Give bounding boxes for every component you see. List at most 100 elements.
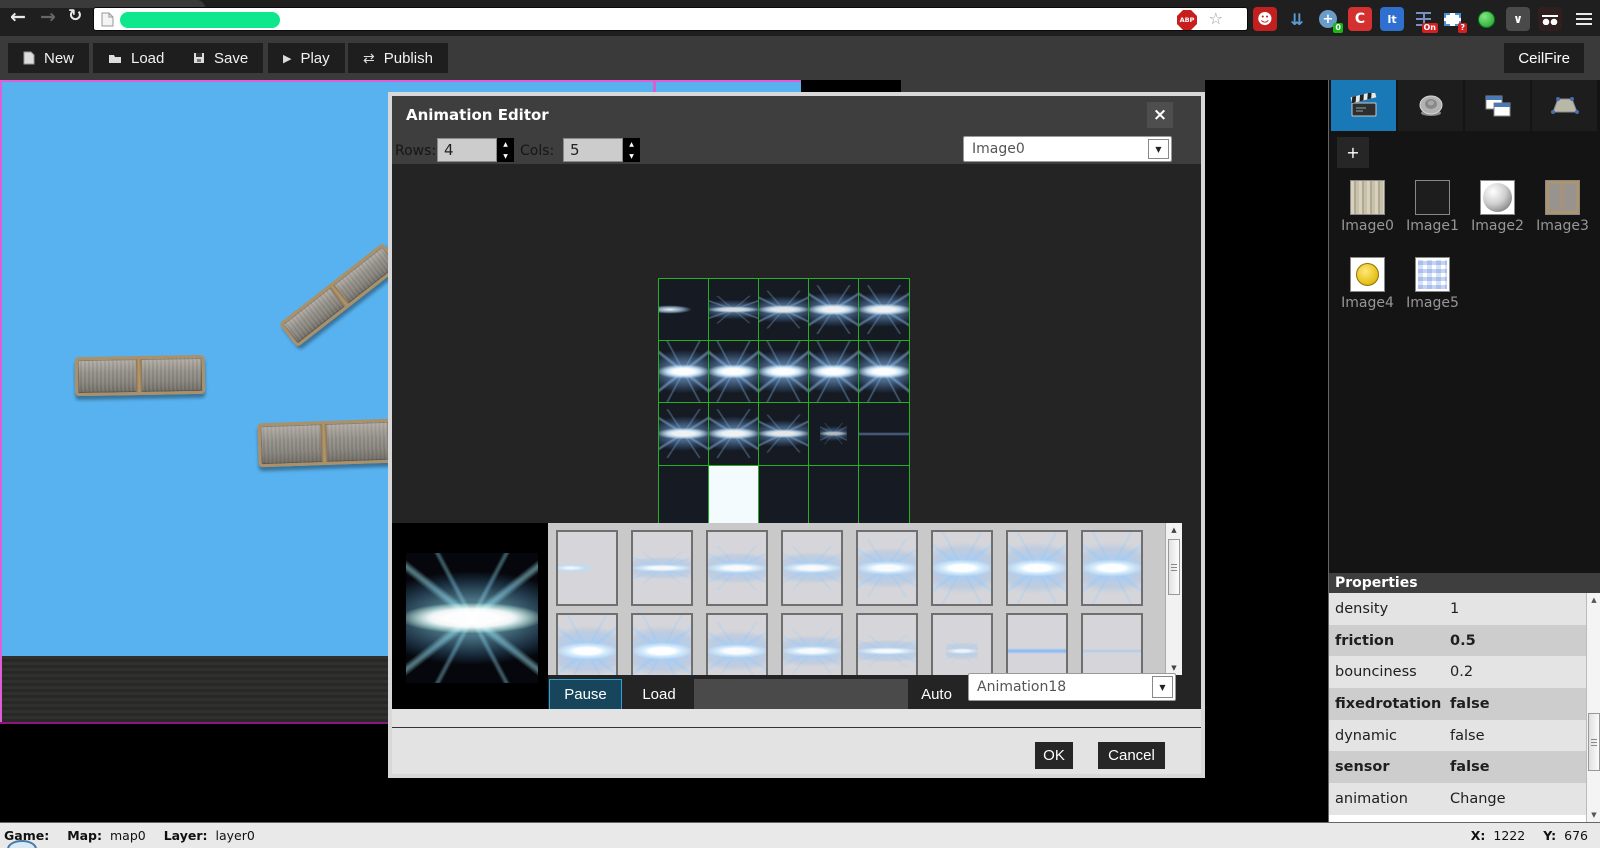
smiley-extension-icon[interactable]: ☻ (1253, 7, 1277, 31)
frame-strip-scrollbar[interactable]: ▲ ▼ (1165, 523, 1182, 675)
property-value[interactable]: 1 (1450, 601, 1459, 617)
sprite-cell[interactable] (859, 465, 909, 528)
cancel-button[interactable]: Cancel (1098, 742, 1165, 769)
frame-thumbnail[interactable] (781, 613, 843, 675)
property-row[interactable]: friction 0.5 (1329, 624, 1586, 657)
sprite-cell[interactable] (809, 279, 859, 342)
tab-shapes[interactable] (1532, 80, 1597, 131)
rows-spinner[interactable]: ▲ ▼ (497, 138, 514, 162)
property-row[interactable]: sensor false (1329, 751, 1586, 784)
sprite-cell[interactable] (659, 465, 709, 528)
property-row[interactable]: animation Change (1329, 783, 1586, 815)
scroll-down-icon[interactable]: ▼ (1587, 808, 1600, 822)
property-value[interactable]: false (1450, 696, 1490, 712)
sprite-cell[interactable] (759, 341, 809, 404)
spin-down-icon[interactable]: ▼ (623, 150, 640, 162)
sprite-cell[interactable] (659, 341, 709, 404)
image4-thumbnail[interactable] (1350, 257, 1385, 292)
image0-thumbnail[interactable] (1350, 180, 1385, 215)
screenshot-extension-icon[interactable]: ? (1440, 7, 1467, 33)
close-icon[interactable]: × (1147, 102, 1173, 128)
sprite-cell[interactable] (759, 403, 809, 466)
ok-button[interactable]: OK (1035, 742, 1073, 769)
sprite-cell[interactable] (709, 279, 759, 342)
frame-thumbnail[interactable] (631, 613, 693, 675)
properties-scrollbar[interactable]: ▲ ▼ (1586, 593, 1600, 822)
new-button[interactable]: New (8, 43, 90, 73)
property-row[interactable]: dynamic false (1329, 719, 1586, 752)
address-bar[interactable]: ABP ☆ (93, 7, 1248, 31)
scrollbar-thumb[interactable] (1168, 539, 1180, 595)
bookmark-star-icon[interactable]: ☆ (1209, 9, 1223, 28)
plank-object-left[interactable] (74, 354, 206, 397)
image-item[interactable]: Image0 (1335, 180, 1400, 234)
frame-thumbnail[interactable] (1081, 530, 1143, 606)
tab-sounds[interactable] (1398, 80, 1463, 131)
frame-thumbnail[interactable] (556, 530, 618, 606)
sprite-cell[interactable] (759, 279, 809, 342)
pause-button[interactable]: Pause (549, 679, 622, 710)
load-button[interactable]: Load (93, 43, 180, 73)
sprite-cell[interactable] (709, 341, 759, 404)
auto-button[interactable]: Auto (908, 679, 965, 710)
image-item[interactable]: Image3 (1530, 180, 1595, 234)
forward-icon[interactable]: → (40, 6, 56, 28)
sprite-cell[interactable] (659, 403, 709, 466)
frame-thumbnail[interactable] (706, 530, 768, 606)
image-item[interactable]: Image2 (1465, 180, 1530, 234)
sprite-cell[interactable] (859, 341, 909, 404)
cols-input[interactable]: 5 (563, 138, 623, 162)
browser-menu-icon[interactable] (1572, 7, 1596, 31)
save-button[interactable]: Save (178, 43, 264, 73)
image-item[interactable]: Image4 (1335, 257, 1400, 311)
cols-spinner[interactable]: ▲ ▼ (623, 138, 640, 162)
colorzilla-extension-icon[interactable]: C (1348, 7, 1372, 31)
chevron-down-icon[interactable]: ▼ (1152, 676, 1173, 698)
sprite-cell[interactable] (859, 279, 909, 342)
image-select[interactable]: Image0 ▼ (963, 136, 1172, 162)
animation-select[interactable]: Animation18 ▼ (968, 673, 1176, 701)
downloads-extension-icon[interactable]: ⇊ (1285, 7, 1309, 31)
it-extension-icon[interactable]: It (1380, 7, 1404, 31)
add-image-button[interactable]: + (1337, 137, 1369, 168)
frame-thumbnail[interactable] (631, 530, 693, 606)
sprite-cell[interactable] (809, 465, 859, 528)
frame-thumbnail[interactable] (856, 613, 918, 675)
chevron-down-icon[interactable]: ▼ (1148, 139, 1169, 159)
sprite-cell[interactable] (759, 465, 809, 528)
plank-object-lower[interactable] (257, 418, 393, 468)
frame-thumbnail[interactable] (856, 530, 918, 606)
image-item[interactable]: Image5 (1400, 257, 1465, 311)
scroll-up-icon[interactable]: ▲ (1587, 593, 1600, 607)
image1-thumbnail[interactable] (1415, 180, 1450, 215)
kanji-extension-icon[interactable]: On (1411, 7, 1438, 33)
sprite-cell[interactable] (809, 403, 859, 466)
tab-layers[interactable] (1465, 80, 1530, 131)
property-value[interactable]: false (1450, 728, 1485, 744)
property-row[interactable]: density 1 (1329, 593, 1586, 625)
scroll-up-icon[interactable]: ▲ (1166, 523, 1182, 537)
frame-thumbnail[interactable] (706, 613, 768, 675)
property-value[interactable]: 0.2 (1450, 664, 1473, 680)
incognito-extension-icon[interactable] (1538, 7, 1562, 31)
play-button[interactable]: ▶ Play (268, 43, 345, 73)
property-value[interactable]: false (1450, 759, 1490, 775)
image2-thumbnail[interactable] (1480, 180, 1515, 215)
dialog-header[interactable]: Animation Editor × Rows: 4 ▲ ▼ Cols: 5 ▲… (392, 96, 1201, 164)
frame-thumbnail[interactable] (1081, 613, 1143, 675)
spin-down-icon[interactable]: ▼ (497, 150, 514, 162)
reload-icon[interactable]: ↻ (68, 6, 82, 26)
rows-input[interactable]: 4 (437, 138, 497, 162)
sprite-cell-selected[interactable] (709, 465, 759, 528)
property-value[interactable]: 0.5 (1450, 633, 1476, 649)
green-creature-extension-icon[interactable] (1474, 7, 1498, 31)
frame-thumbnail[interactable] (556, 613, 618, 675)
sprite-cell[interactable] (659, 279, 709, 342)
spin-up-icon[interactable]: ▲ (497, 138, 514, 150)
circle-plus-extension-icon[interactable]: + 0 (1316, 7, 1343, 33)
frame-thumbnail[interactable] (931, 613, 993, 675)
image3-thumbnail[interactable] (1545, 180, 1580, 215)
property-value[interactable]: Change (1450, 791, 1506, 807)
sprite-cell[interactable] (709, 403, 759, 466)
spin-up-icon[interactable]: ▲ (623, 138, 640, 150)
